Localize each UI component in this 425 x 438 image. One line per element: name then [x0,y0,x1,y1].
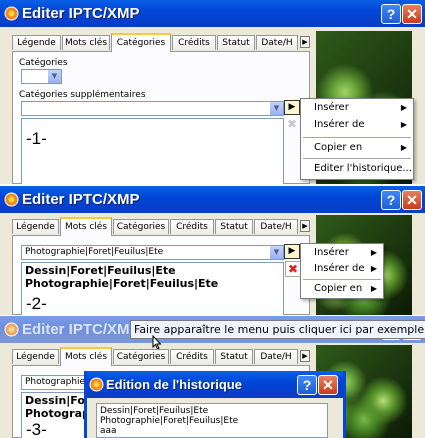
menu-arrow-button[interactable]: ▶ [284,244,300,259]
tab-credits[interactable]: Crédits [170,219,214,234]
tab-credits[interactable]: Crédits [170,349,214,364]
title-bar[interactable]: Editer IPTC/XMP ? ✕ [0,186,425,213]
menu-item-inserer-de[interactable]: Insérer de ▶ [301,116,413,134]
tab-date[interactable]: Date/H [254,219,298,234]
step-label: -2- [26,294,47,313]
tab-mots-cles[interactable]: Mots clés [60,217,112,236]
keywords-combo-value: Photographie|Foret|Feuilus|Ete [25,247,164,257]
menu-item-inserer-de[interactable]: Insérer de ▶ [301,260,383,278]
history-line: Dessin|Foret|Feuilus|Ete [100,406,209,416]
submenu-arrow-icon: ▶ [370,264,377,273]
keywords-combo[interactable]: Photographie|Foret|Feuilus|Ete ▼ [21,245,284,260]
context-menu: Insérer ▶ Insérer de ▶ Copier en ▶ [300,243,384,299]
chevron-down-icon[interactable]: ▼ [270,102,283,115]
submenu-arrow-icon: ▶ [370,284,377,293]
tab-mots-cles[interactable]: Mots clés [60,347,112,366]
delete-icon[interactable]: ✖ [285,117,299,131]
tab-statut[interactable]: Statut [217,35,255,50]
menu-item-copier-en[interactable]: Copier en ▶ [301,280,383,298]
step-label: -1- [26,129,47,148]
tab-credits[interactable]: Crédits [172,35,216,50]
close-icon[interactable]: ✕ [402,190,422,210]
step-label: -3- [26,420,47,438]
tab-date[interactable]: Date/H [256,35,298,50]
tab-panel: Photographie|Foret|Feuilus|Ete ▼ Dessin|… [12,235,310,315]
app-icon [4,6,19,21]
history-line: aaa [100,426,117,436]
title-bar[interactable]: Editer IPTC/XMP ? ✕ [0,0,425,27]
window-panel-2: Editer IPTC/XMP ? ✕ Légende Mots clés Ca… [0,186,425,315]
categories-list[interactable]: -1- [21,118,284,184]
dialog-title-bar[interactable]: Edition de l'historique ? ✕ [87,371,343,398]
menu-item-editer-historique[interactable]: Editer l'historique... [301,160,413,178]
tab-scroll-right-icon[interactable]: ▶ [300,36,310,48]
help-icon[interactable]: ? [381,190,401,210]
additional-categories-combo[interactable]: ▼ [21,101,284,116]
submenu-arrow-icon: ▶ [400,103,407,112]
app-icon [89,377,104,392]
tab-strip: Légende Mots clés Catégories Crédits Sta… [12,217,312,236]
history-line: Photographie|Foret|Feuilus|Ete [100,416,239,426]
menu-item-inserer[interactable]: Insérer ▶ [301,99,413,117]
app-icon [4,322,19,337]
menu-separator [303,137,411,138]
app-icon [4,192,19,207]
tab-legende[interactable]: Légende [12,219,59,234]
help-icon[interactable]: ? [297,375,317,395]
window-panel-3: Editer IPTC/XMP ? ✕ Faire apparaître le … [0,316,425,438]
history-dialog: Edition de l'historique ? ✕ Dessin|Foret… [84,371,346,438]
delete-icon[interactable]: ✖ [285,261,301,277]
dialog-title: Edition de l'historique [106,377,242,392]
submenu-arrow-icon: ▶ [400,143,407,152]
tab-categories[interactable]: Catégories [111,33,171,52]
menu-arrow-button[interactable]: ▶ [284,100,300,115]
categories-label: Catégories [19,58,68,68]
tab-scroll-right-icon[interactable]: ▶ [300,350,310,362]
chevron-down-icon[interactable]: ▼ [48,70,61,83]
tab-categories[interactable]: Catégories [113,349,169,364]
help-icon[interactable]: ? [381,4,401,24]
tab-mots-cles[interactable]: Mots clés [62,35,110,50]
close-icon[interactable]: ✕ [318,375,338,395]
window-title: Editer IPTC/XMP [22,191,140,208]
tab-strip: Légende Mots clés Catégories Crédits Sta… [12,347,312,366]
tab-statut[interactable]: Statut [215,349,253,364]
additional-categories-label: Catégories supplémentaires [19,90,146,100]
context-menu: Insérer ▶ Insérer de ▶ Copier en ▶ Editer l… [300,98,414,180]
category-select[interactable]: ▼ [21,69,62,84]
list-item: Photographie|Foret|Feuilus|Ete [25,277,219,290]
tab-scroll-right-icon[interactable]: ▶ [300,220,310,232]
menu-separator [303,158,411,159]
tab-categories[interactable]: Catégories [113,219,169,234]
tab-date[interactable]: Date/H [254,349,298,364]
instruction-tooltip: Faire apparaître le menu puis cliquer ic… [130,320,425,339]
window-title: Editer IPTC/XMP [22,321,140,338]
tab-statut[interactable]: Statut [215,219,253,234]
close-icon[interactable]: ✕ [402,4,422,24]
tab-legende[interactable]: Légende [12,349,59,364]
menu-item-copier-en[interactable]: Copier en ▶ [301,139,413,157]
tab-strip: Légende Mots clés Catégories Crédits Sta… [12,33,312,52]
tab-panel: Catégories ▼ Catégories supplémentaires … [12,51,310,184]
history-textarea[interactable]: Dessin|Foret|Feuilus|Ete Photographie|Fo… [96,403,328,438]
list-item: Dessin|For [25,394,91,407]
list-item: Dessin|Foret|Feuilus|Ete [25,264,176,277]
window-panel-1: Editer IPTC/XMP ? ✕ Légende Mots clés Ca… [0,0,425,184]
submenu-arrow-icon: ▶ [400,120,407,129]
keywords-list[interactable]: Dessin|Foret|Feuilus|Ete Photographie|Fo… [21,262,284,315]
window-title: Editer IPTC/XMP [22,5,140,22]
tab-legende[interactable]: Légende [12,35,61,50]
chevron-down-icon[interactable]: ▼ [270,246,283,259]
